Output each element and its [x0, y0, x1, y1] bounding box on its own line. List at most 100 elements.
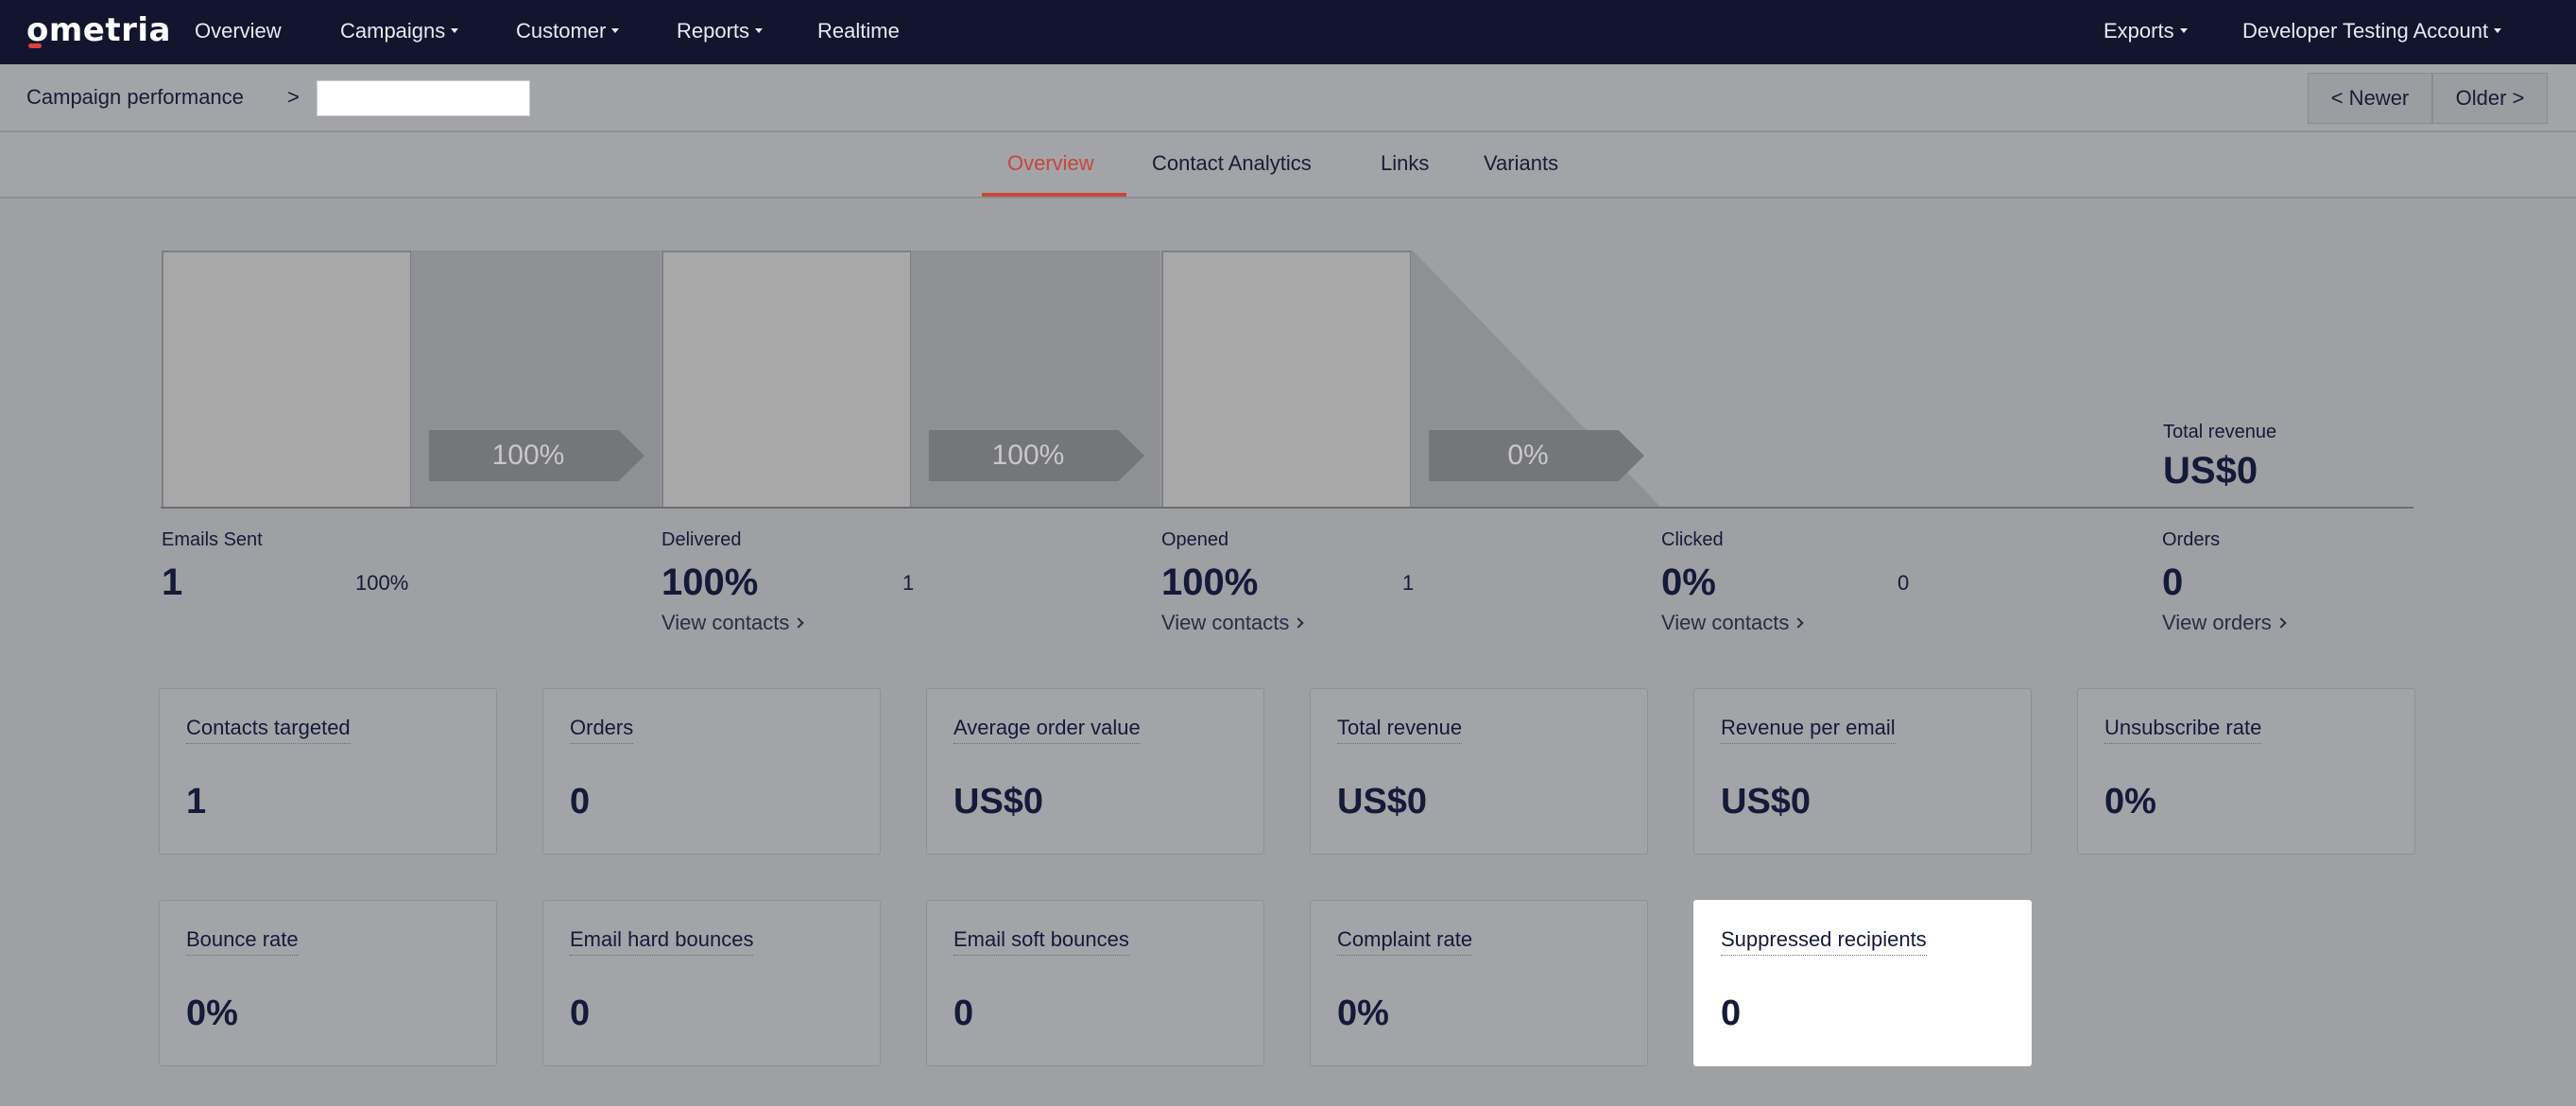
metric-card-orders: Orders 0: [542, 688, 881, 855]
card-value: 0: [1721, 994, 1742, 1033]
metric-card-unsubscribe-rate: Unsubscribe rate 0%: [2077, 688, 2415, 855]
tab-overview[interactable]: Overview: [1007, 151, 1094, 176]
older-button[interactable]: Older >: [2432, 73, 2548, 124]
card-label: Bounce rate: [186, 927, 299, 956]
breadcrumb-separator: >: [287, 85, 300, 109]
account-menu[interactable]: Developer Testing Account: [2242, 19, 2502, 43]
card-value: 0%: [2104, 782, 2156, 821]
nav-overview[interactable]: Overview: [195, 19, 282, 43]
tab-bar: Overview Contact Analytics Links Variant…: [0, 132, 2576, 199]
funnel-arrow-opened-rate: 100%: [929, 430, 1144, 481]
metric-card-email-hard-bounces: Email hard bounces 0: [542, 900, 881, 1066]
stat-secondary: 1: [1402, 571, 1415, 595]
card-label: Average order value: [953, 716, 1141, 744]
link-label: View orders: [2162, 611, 2272, 634]
total-revenue-label: Total revenue: [2163, 422, 2277, 442]
tab-contact-analytics[interactable]: Contact Analytics: [1152, 151, 1312, 176]
card-value: 1: [186, 782, 207, 821]
link-label: View contacts: [1661, 611, 1790, 634]
breadcrumb: Campaign performance > < Newer Older >: [0, 64, 2576, 132]
card-label: Email hard bounces: [570, 927, 754, 956]
metric-card-suppressed-recipients[interactable]: Suppressed recipients 0: [1693, 900, 2032, 1066]
card-label: Orders: [570, 716, 634, 744]
chevron-right-icon: [1793, 617, 1805, 629]
card-value: 0: [953, 994, 974, 1033]
view-orders-link[interactable]: View orders: [2162, 611, 2287, 635]
top-navigation: ometria Overview Campaigns Customer Repo…: [0, 0, 2576, 64]
chevron-right-icon: [793, 617, 805, 629]
nav-reports[interactable]: Reports: [677, 19, 764, 43]
view-contacts-link[interactable]: View contacts: [1161, 611, 1305, 635]
card-label: Email soft bounces: [953, 927, 1129, 956]
stat-secondary: 0: [1898, 571, 1910, 595]
card-value: US$0: [1721, 782, 1812, 821]
nav-customer[interactable]: Customer: [516, 19, 620, 43]
nav-reports-label: Reports: [677, 19, 750, 43]
card-label: Unsubscribe rate: [2104, 716, 2262, 744]
funnel-box-sent: [162, 251, 412, 509]
total-revenue-value: US$0: [2163, 450, 2258, 492]
stat-label: Opened: [1161, 529, 1229, 550]
metric-card-complaint-rate: Complaint rate 0%: [1310, 900, 1648, 1066]
caret-down-icon: [451, 27, 459, 33]
metric-card-total-revenue: Total revenue US$0: [1310, 688, 1648, 855]
stat-value: 1: [162, 562, 183, 603]
stat-value: 100%: [1161, 562, 1259, 603]
newer-button[interactable]: < Newer: [2308, 73, 2432, 124]
tab-links[interactable]: Links: [1381, 151, 1429, 176]
tab-variants[interactable]: Variants: [1484, 151, 1558, 176]
campaign-name-field[interactable]: [317, 80, 530, 116]
metric-card-contacts-targeted: Contacts targeted 1: [159, 688, 497, 855]
view-contacts-link[interactable]: View contacts: [1661, 611, 1805, 635]
stat-label: Orders: [2162, 529, 2221, 550]
stat-label: Clicked: [1661, 529, 1724, 550]
stat-value: 100%: [661, 562, 759, 603]
stat-value: 0%: [1661, 562, 1716, 603]
card-label: Total revenue: [1337, 716, 1463, 744]
card-value: 0%: [1337, 994, 1389, 1033]
nav-campaigns-label: Campaigns: [340, 19, 446, 43]
logo-accent-mark: [28, 43, 42, 48]
chevron-right-icon: [2275, 617, 2287, 629]
nav-exports[interactable]: Exports: [2104, 19, 2188, 43]
funnel-arrow-clicked-rate: 0%: [1429, 430, 1644, 481]
stat-secondary: 100%: [355, 571, 409, 595]
funnel-baseline: [161, 507, 2413, 509]
card-value: 0%: [186, 994, 238, 1033]
breadcrumb-campaign-performance[interactable]: Campaign performance: [26, 85, 244, 110]
stat-secondary: 1: [902, 571, 915, 595]
card-value: 0: [570, 782, 591, 821]
card-label: Revenue per email: [1721, 716, 1896, 744]
card-value: US$0: [1337, 782, 1428, 821]
card-label: Complaint rate: [1337, 927, 1473, 956]
chevron-right-icon: [1293, 617, 1305, 629]
caret-down-icon: [2179, 27, 2188, 33]
link-label: View contacts: [1161, 611, 1290, 634]
metric-card-email-soft-bounces: Email soft bounces 0: [926, 900, 1264, 1066]
link-label: View contacts: [661, 611, 790, 634]
account-name: Developer Testing Account: [2242, 19, 2489, 43]
view-contacts-link[interactable]: View contacts: [661, 611, 805, 635]
stat-label: Emails Sent: [162, 529, 263, 550]
nav-realtime[interactable]: Realtime: [817, 19, 900, 43]
caret-down-icon: [611, 27, 620, 33]
active-tab-indicator: [982, 193, 1126, 197]
card-label: Suppressed recipients: [1721, 927, 1927, 956]
metric-card-bounce-rate: Bounce rate 0%: [159, 900, 497, 1066]
funnel-arrow-delivered-rate: 100%: [429, 430, 644, 481]
campaign-funnel: 100% 100% 0% Total revenue US$0: [0, 199, 2576, 520]
nav-customer-label: Customer: [516, 19, 607, 43]
funnel-box-delivered: [661, 251, 912, 509]
stat-label: Delivered: [661, 529, 742, 550]
card-value: 0: [570, 994, 591, 1033]
caret-down-icon: [755, 27, 764, 33]
caret-down-icon: [2494, 27, 2502, 33]
nav-campaigns[interactable]: Campaigns: [340, 19, 459, 43]
ometria-logo[interactable]: ometria: [26, 11, 171, 49]
stat-value: 0: [2162, 562, 2184, 603]
nav-exports-label: Exports: [2104, 19, 2174, 43]
metric-card-revenue-per-email: Revenue per email US$0: [1693, 688, 2032, 855]
metric-card-average-order-value: Average order value US$0: [926, 688, 1264, 855]
card-label: Contacts targeted: [186, 716, 351, 744]
card-value: US$0: [953, 782, 1044, 821]
